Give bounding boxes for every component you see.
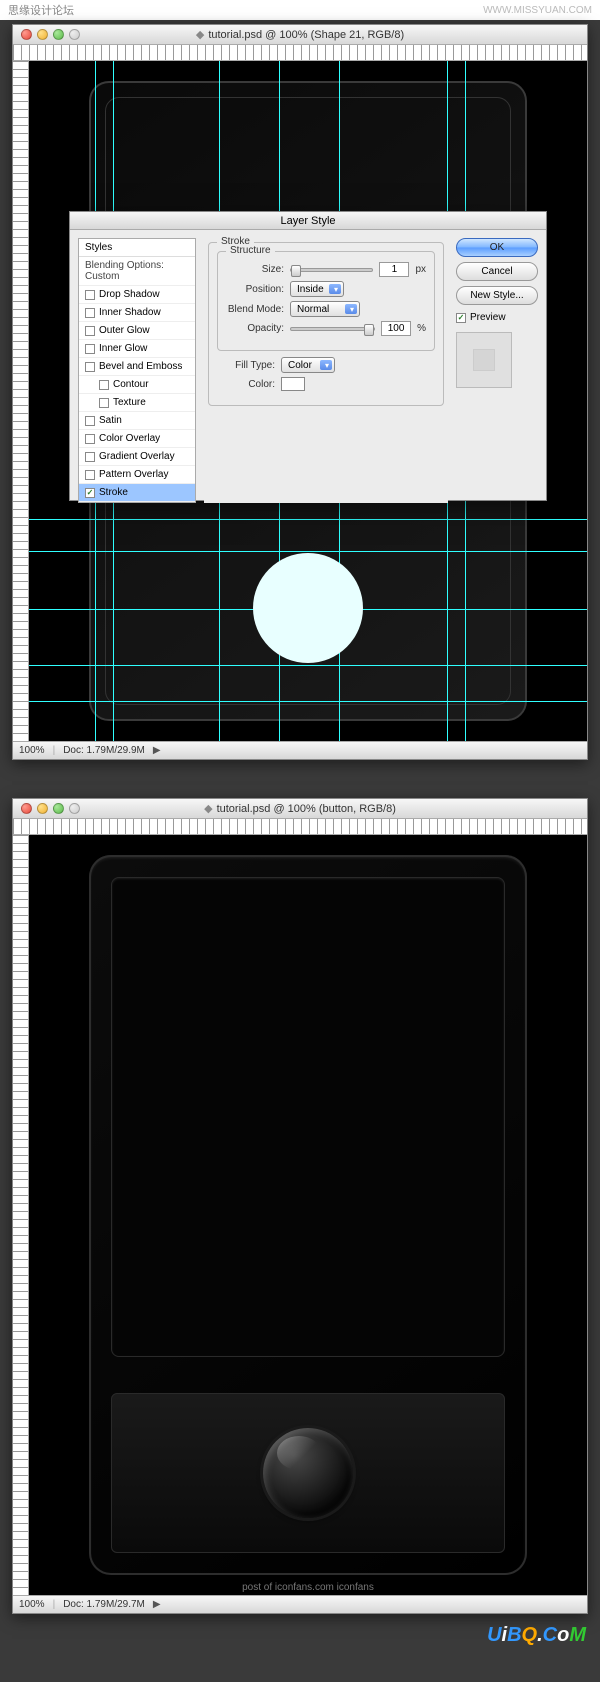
style-satin[interactable]: Satin [79, 412, 195, 430]
arrow-icon[interactable]: ▶ [153, 745, 161, 756]
titlebar-1[interactable]: ◆tutorial.psd @ 100% (Shape 21, RGB/8) [13, 25, 587, 45]
size-label: Size: [226, 264, 284, 275]
white-circle-shape[interactable] [253, 553, 363, 663]
style-bevel[interactable]: Bevel and Emboss [79, 358, 195, 376]
guide-horizontal[interactable] [29, 551, 587, 552]
window-2: ◆tutorial.psd @ 100% (button, RGB/8) pos… [12, 798, 588, 1614]
fill-label: Fill Type: [217, 360, 275, 371]
ok-button[interactable]: OK [456, 238, 538, 257]
color-swatch[interactable] [281, 377, 305, 391]
guide-horizontal[interactable] [29, 519, 587, 520]
preview-checkbox[interactable]: Preview [456, 312, 538, 323]
style-inner-glow[interactable]: Inner Glow [79, 340, 195, 358]
opacity-label: Opacity: [226, 323, 284, 334]
style-inner-shadow[interactable]: Inner Shadow [79, 304, 195, 322]
styles-list: Styles Blending Options: Custom Drop Sha… [78, 238, 196, 503]
size-input[interactable]: 1 [379, 262, 409, 277]
window-1: ◆tutorial.psd @ 100% (Shape 21, RGB/8) L… [12, 24, 588, 760]
style-pattern-overlay[interactable]: Pattern Overlay [79, 466, 195, 484]
canvas-inner-1[interactable]: Layer Style Styles Blending Options: Cus… [29, 61, 587, 741]
fill-type-dropdown[interactable]: Color▾ [281, 357, 335, 373]
structure-fieldset: Structure Size: 1 px Position: Inside▾ [217, 251, 435, 351]
titlebar-2[interactable]: ◆tutorial.psd @ 100% (button, RGB/8) [13, 799, 587, 819]
brand-watermark: UiBQ.CoM [0, 1618, 600, 1653]
zoom-level[interactable]: 100% [19, 1599, 45, 1610]
style-outer-glow[interactable]: Outer Glow [79, 322, 195, 340]
zoom-level[interactable]: 100% [19, 745, 45, 756]
device-screen [111, 877, 505, 1357]
round-button [263, 1428, 353, 1518]
settings-panel: Stroke Structure Size: 1 px [204, 238, 448, 503]
doc-size[interactable]: Doc: 1.79M/29.7M [63, 1599, 145, 1610]
cancel-button[interactable]: Cancel [456, 262, 538, 281]
style-color-overlay[interactable]: Color Overlay [79, 430, 195, 448]
ruler-vertical[interactable] [13, 61, 29, 741]
preview-box [456, 332, 512, 388]
canvas-2[interactable]: post of iconfans.com iconfans [13, 835, 587, 1595]
guide-horizontal[interactable] [29, 665, 587, 666]
header-right: WWW.MISSYUAN.COM [483, 5, 592, 16]
statusbar-2: 100% | Doc: 1.79M/29.7M ▶ [13, 1595, 587, 1613]
dialog-buttons: OK Cancel New Style... Preview [456, 238, 538, 503]
canvas-1[interactable]: Layer Style Styles Blending Options: Cus… [13, 61, 587, 741]
dialog-title[interactable]: Layer Style [70, 212, 546, 230]
window-title-1: ◆tutorial.psd @ 100% (Shape 21, RGB/8) [13, 28, 587, 41]
styles-header[interactable]: Styles [79, 239, 195, 257]
statusbar-1: 100% | Doc: 1.79M/29.9M ▶ [13, 741, 587, 759]
new-style-button[interactable]: New Style... [456, 286, 538, 305]
canvas-inner-2[interactable]: post of iconfans.com iconfans [29, 835, 587, 1595]
style-gradient-overlay[interactable]: Gradient Overlay [79, 448, 195, 466]
style-stroke[interactable]: Stroke [79, 484, 195, 502]
style-drop-shadow[interactable]: Drop Shadow [79, 286, 195, 304]
ruler-horizontal[interactable] [13, 819, 587, 835]
stroke-fieldset: Stroke Structure Size: 1 px [208, 242, 444, 406]
style-texture[interactable]: Texture [79, 394, 195, 412]
blend-dropdown[interactable]: Normal▾ [290, 301, 360, 317]
position-label: Position: [226, 284, 284, 295]
device-body [89, 855, 527, 1575]
structure-label: Structure [226, 245, 275, 256]
page-header: 思缘设计论坛 WWW.MISSYUAN.COM [0, 0, 600, 20]
guide-horizontal[interactable] [29, 701, 587, 702]
doc-size[interactable]: Doc: 1.79M/29.9M [63, 745, 145, 756]
arrow-icon[interactable]: ▶ [153, 1599, 161, 1610]
ruler-horizontal[interactable] [13, 45, 587, 61]
ruler-vertical[interactable] [13, 835, 29, 1595]
opacity-slider[interactable] [290, 327, 375, 331]
size-unit: px [415, 264, 426, 275]
opacity-input[interactable]: 100 [381, 321, 411, 336]
position-dropdown[interactable]: Inside▾ [290, 281, 344, 297]
size-slider[interactable] [290, 268, 373, 272]
button-area [111, 1393, 505, 1553]
blend-label: Blend Mode: [226, 304, 284, 315]
header-left: 思缘设计论坛 [8, 2, 74, 18]
footer-text: post of iconfans.com iconfans [29, 1582, 587, 1593]
layer-style-dialog: Layer Style Styles Blending Options: Cus… [69, 211, 547, 501]
blending-options[interactable]: Blending Options: Custom [79, 257, 195, 286]
style-contour[interactable]: Contour [79, 376, 195, 394]
window-title-2: ◆tutorial.psd @ 100% (button, RGB/8) [13, 802, 587, 815]
opacity-unit: % [417, 323, 426, 334]
color-label: Color: [217, 379, 275, 390]
